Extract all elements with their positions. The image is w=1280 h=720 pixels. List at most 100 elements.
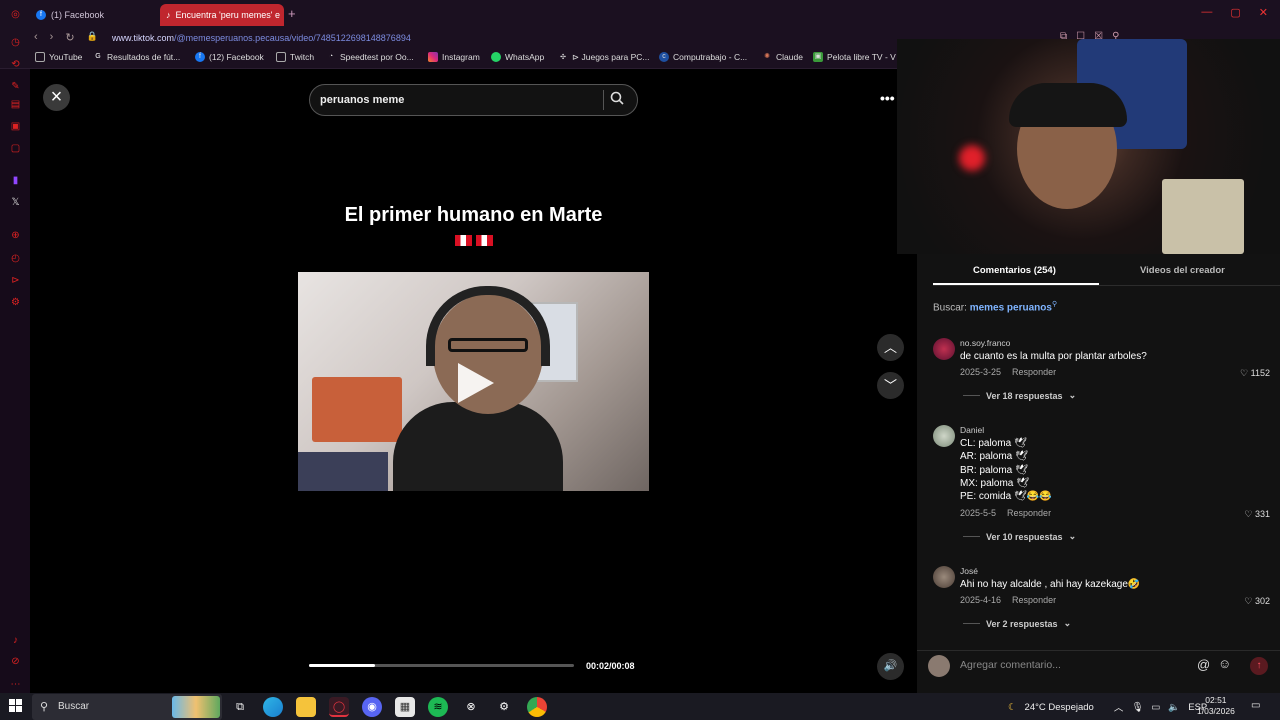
bookmark-speedtest[interactable]: ◔ Speedtest por Oo... xyxy=(326,52,414,62)
comment-text: Ahi no hay alcalde , ahi hay kazekage🤣 xyxy=(960,579,1141,590)
forward-icon[interactable]: › xyxy=(50,31,54,44)
tab-comments[interactable]: Comentarios (254) xyxy=(973,265,1056,276)
chevron-up-icon[interactable]: ︿ xyxy=(1114,700,1124,714)
search-divider xyxy=(603,90,604,110)
weather-text[interactable]: 24°C Despejado xyxy=(1025,702,1094,713)
x-icon[interactable]: 𝕏 xyxy=(9,196,22,209)
play-icon[interactable] xyxy=(458,363,494,403)
bookmark-juegos[interactable]: ✣ ⊳ Juegos para PC... xyxy=(558,52,649,63)
bookmark-pelota-libre[interactable]: ▣ Pelota libre TV - V xyxy=(813,52,896,62)
sidebar-icon[interactable]: ◴ xyxy=(9,252,22,265)
send-button[interactable]: ↑ xyxy=(1250,657,1268,675)
previous-video-button[interactable]: ︿ xyxy=(877,334,904,361)
tab-creator-videos[interactable]: Videos del creador xyxy=(1140,265,1225,276)
view-replies-button[interactable]: Ver 18 respuestas ⌄ xyxy=(963,390,1076,401)
network-icon[interactable]: ▭ xyxy=(1151,702,1160,713)
new-tab-button[interactable]: + xyxy=(288,6,302,21)
comment-text: CL: paloma 🕊 AR: paloma 🕊 BR: paloma 🕊 M… xyxy=(960,438,1052,503)
chevron-down-icon: ⌄ xyxy=(1068,531,1077,541)
spotify-icon[interactable]: ≋ xyxy=(428,697,448,717)
bookmark-computrabajo[interactable]: c Computrabajo - C... xyxy=(659,52,747,62)
sidebar-icon[interactable]: ⊳ xyxy=(9,274,22,287)
bookmark-youtube[interactable]: YouTube xyxy=(35,52,82,62)
game-icon: ✣ xyxy=(560,53,566,61)
bookmark-whatsapp[interactable]: WhatsApp xyxy=(491,52,544,62)
xbox-icon[interactable]: ⊗ xyxy=(461,697,481,717)
sidebar-icon[interactable]: ✎ xyxy=(9,80,22,93)
sidebar-icon[interactable]: ⊘ xyxy=(9,655,22,668)
google-icon: G xyxy=(95,53,101,60)
webcam-overlay xyxy=(897,39,1280,254)
view-replies-button[interactable]: Ver 10 respuestas ⌄ xyxy=(963,531,1076,542)
reply-button[interactable]: Responder xyxy=(1007,508,1051,518)
task-view-icon[interactable]: ⧉ xyxy=(230,697,250,717)
avatar[interactable] xyxy=(933,338,955,360)
edge-icon[interactable] xyxy=(263,697,283,717)
file-explorer-icon[interactable] xyxy=(296,697,316,717)
bookmark-facebook[interactable]: f (12) Facebook xyxy=(195,52,264,62)
tiktok-icon: ♪ xyxy=(166,10,171,20)
sidebar-icon[interactable]: ⟲ xyxy=(9,58,22,71)
windows-start-icon[interactable] xyxy=(9,699,22,715)
like-count[interactable]: ♡ 302 xyxy=(1244,596,1270,607)
comment-item: no.soy.franco de cuanto es la multa por … xyxy=(933,338,1280,401)
close-icon[interactable]: ✕ xyxy=(1259,6,1268,19)
url-field[interactable]: www.tiktok.com/@memesperuanos.pecausa/vi… xyxy=(112,33,411,43)
opera-logo-icon[interactable]: ◎ xyxy=(9,8,22,21)
microphone-icon[interactable]: 🎙 xyxy=(1131,702,1143,713)
reply-button[interactable]: Responder xyxy=(1012,595,1056,605)
bookmark-twitch[interactable]: Twitch xyxy=(276,52,314,62)
view-replies-button[interactable]: Ver 2 respuestas ⌄ xyxy=(963,618,1071,629)
like-count[interactable]: ♡ 331 xyxy=(1244,509,1270,520)
discord-icon[interactable]: ◉ xyxy=(362,697,382,717)
comment-username[interactable]: Daniel xyxy=(960,425,984,435)
mention-icon[interactable]: @ xyxy=(1197,657,1210,672)
settings-icon[interactable]: ⚙ xyxy=(9,296,22,309)
heart-icon: ♡ xyxy=(1244,509,1253,519)
store-icon[interactable]: ▦ xyxy=(395,697,415,717)
clock[interactable]: 02:51 1/03/2026 xyxy=(1197,695,1235,717)
more-options-button[interactable]: ••• xyxy=(880,90,895,106)
sidebar-icon[interactable]: ▢ xyxy=(9,142,22,155)
minimize-icon[interactable]: — xyxy=(1201,6,1212,19)
emoji-icon[interactable]: ☺ xyxy=(1218,656,1231,671)
tab-label: (1) Facebook xyxy=(51,10,105,20)
avatar[interactable] xyxy=(933,425,955,447)
steam-icon[interactable]: ⚙ xyxy=(494,697,514,717)
person-body-shape xyxy=(393,402,563,491)
tab-tiktok[interactable]: ♪ Encuentra 'peru memes' e xyxy=(160,4,284,26)
sidebar-icon[interactable]: ⊕ xyxy=(9,229,22,242)
next-video-button[interactable]: ﹀ xyxy=(877,372,904,399)
twitch-icon[interactable]: ▮ xyxy=(9,174,22,187)
sidebar-icon[interactable]: ♪ xyxy=(9,634,22,647)
opera-icon[interactable]: ◯ xyxy=(329,697,349,717)
search-icon[interactable] xyxy=(610,91,624,108)
sidebar-icon[interactable]: ◷ xyxy=(9,36,22,49)
more-icon[interactable]: ⋯ xyxy=(9,678,22,691)
speaker-icon[interactable]: 🔈 xyxy=(1168,702,1180,713)
sidebar-icon[interactable]: ▤ xyxy=(9,98,22,111)
close-video-button[interactable]: × xyxy=(43,84,70,111)
back-icon[interactable]: ‹ xyxy=(34,31,38,44)
related-search-link[interactable]: memes peruanos xyxy=(970,302,1052,313)
chrome-icon[interactable] xyxy=(527,697,547,717)
reply-button[interactable]: Responder xyxy=(1012,367,1056,377)
avatar[interactable] xyxy=(933,566,955,588)
maximize-icon[interactable]: ▢ xyxy=(1230,6,1240,19)
comment-username[interactable]: José xyxy=(960,566,978,576)
comment-input[interactable]: Agregar comentario... xyxy=(954,654,1194,676)
tab-facebook[interactable]: f (1) Facebook xyxy=(30,4,158,26)
notification-icon[interactable]: ▭ xyxy=(1251,700,1260,711)
search-input[interactable]: peruanos meme xyxy=(309,84,638,116)
volume-button[interactable]: 🔊 xyxy=(877,653,904,680)
peru-flag-icon xyxy=(454,235,472,246)
bookmark-claude[interactable]: ✺ Claude xyxy=(762,52,803,62)
search-icon: ⚲ xyxy=(40,701,49,713)
bookmark-instagram[interactable]: Instagram xyxy=(428,52,480,62)
like-count[interactable]: ♡ 1152 xyxy=(1240,368,1270,379)
comment-date: 2025-5-5 xyxy=(960,508,997,518)
sidebar-icon[interactable]: ▣ xyxy=(9,120,22,133)
bookmark-resultados[interactable]: G Resultados de fút... xyxy=(93,52,180,62)
reload-icon[interactable]: ↻ xyxy=(65,31,74,44)
comment-username[interactable]: no.soy.franco xyxy=(960,338,1010,348)
